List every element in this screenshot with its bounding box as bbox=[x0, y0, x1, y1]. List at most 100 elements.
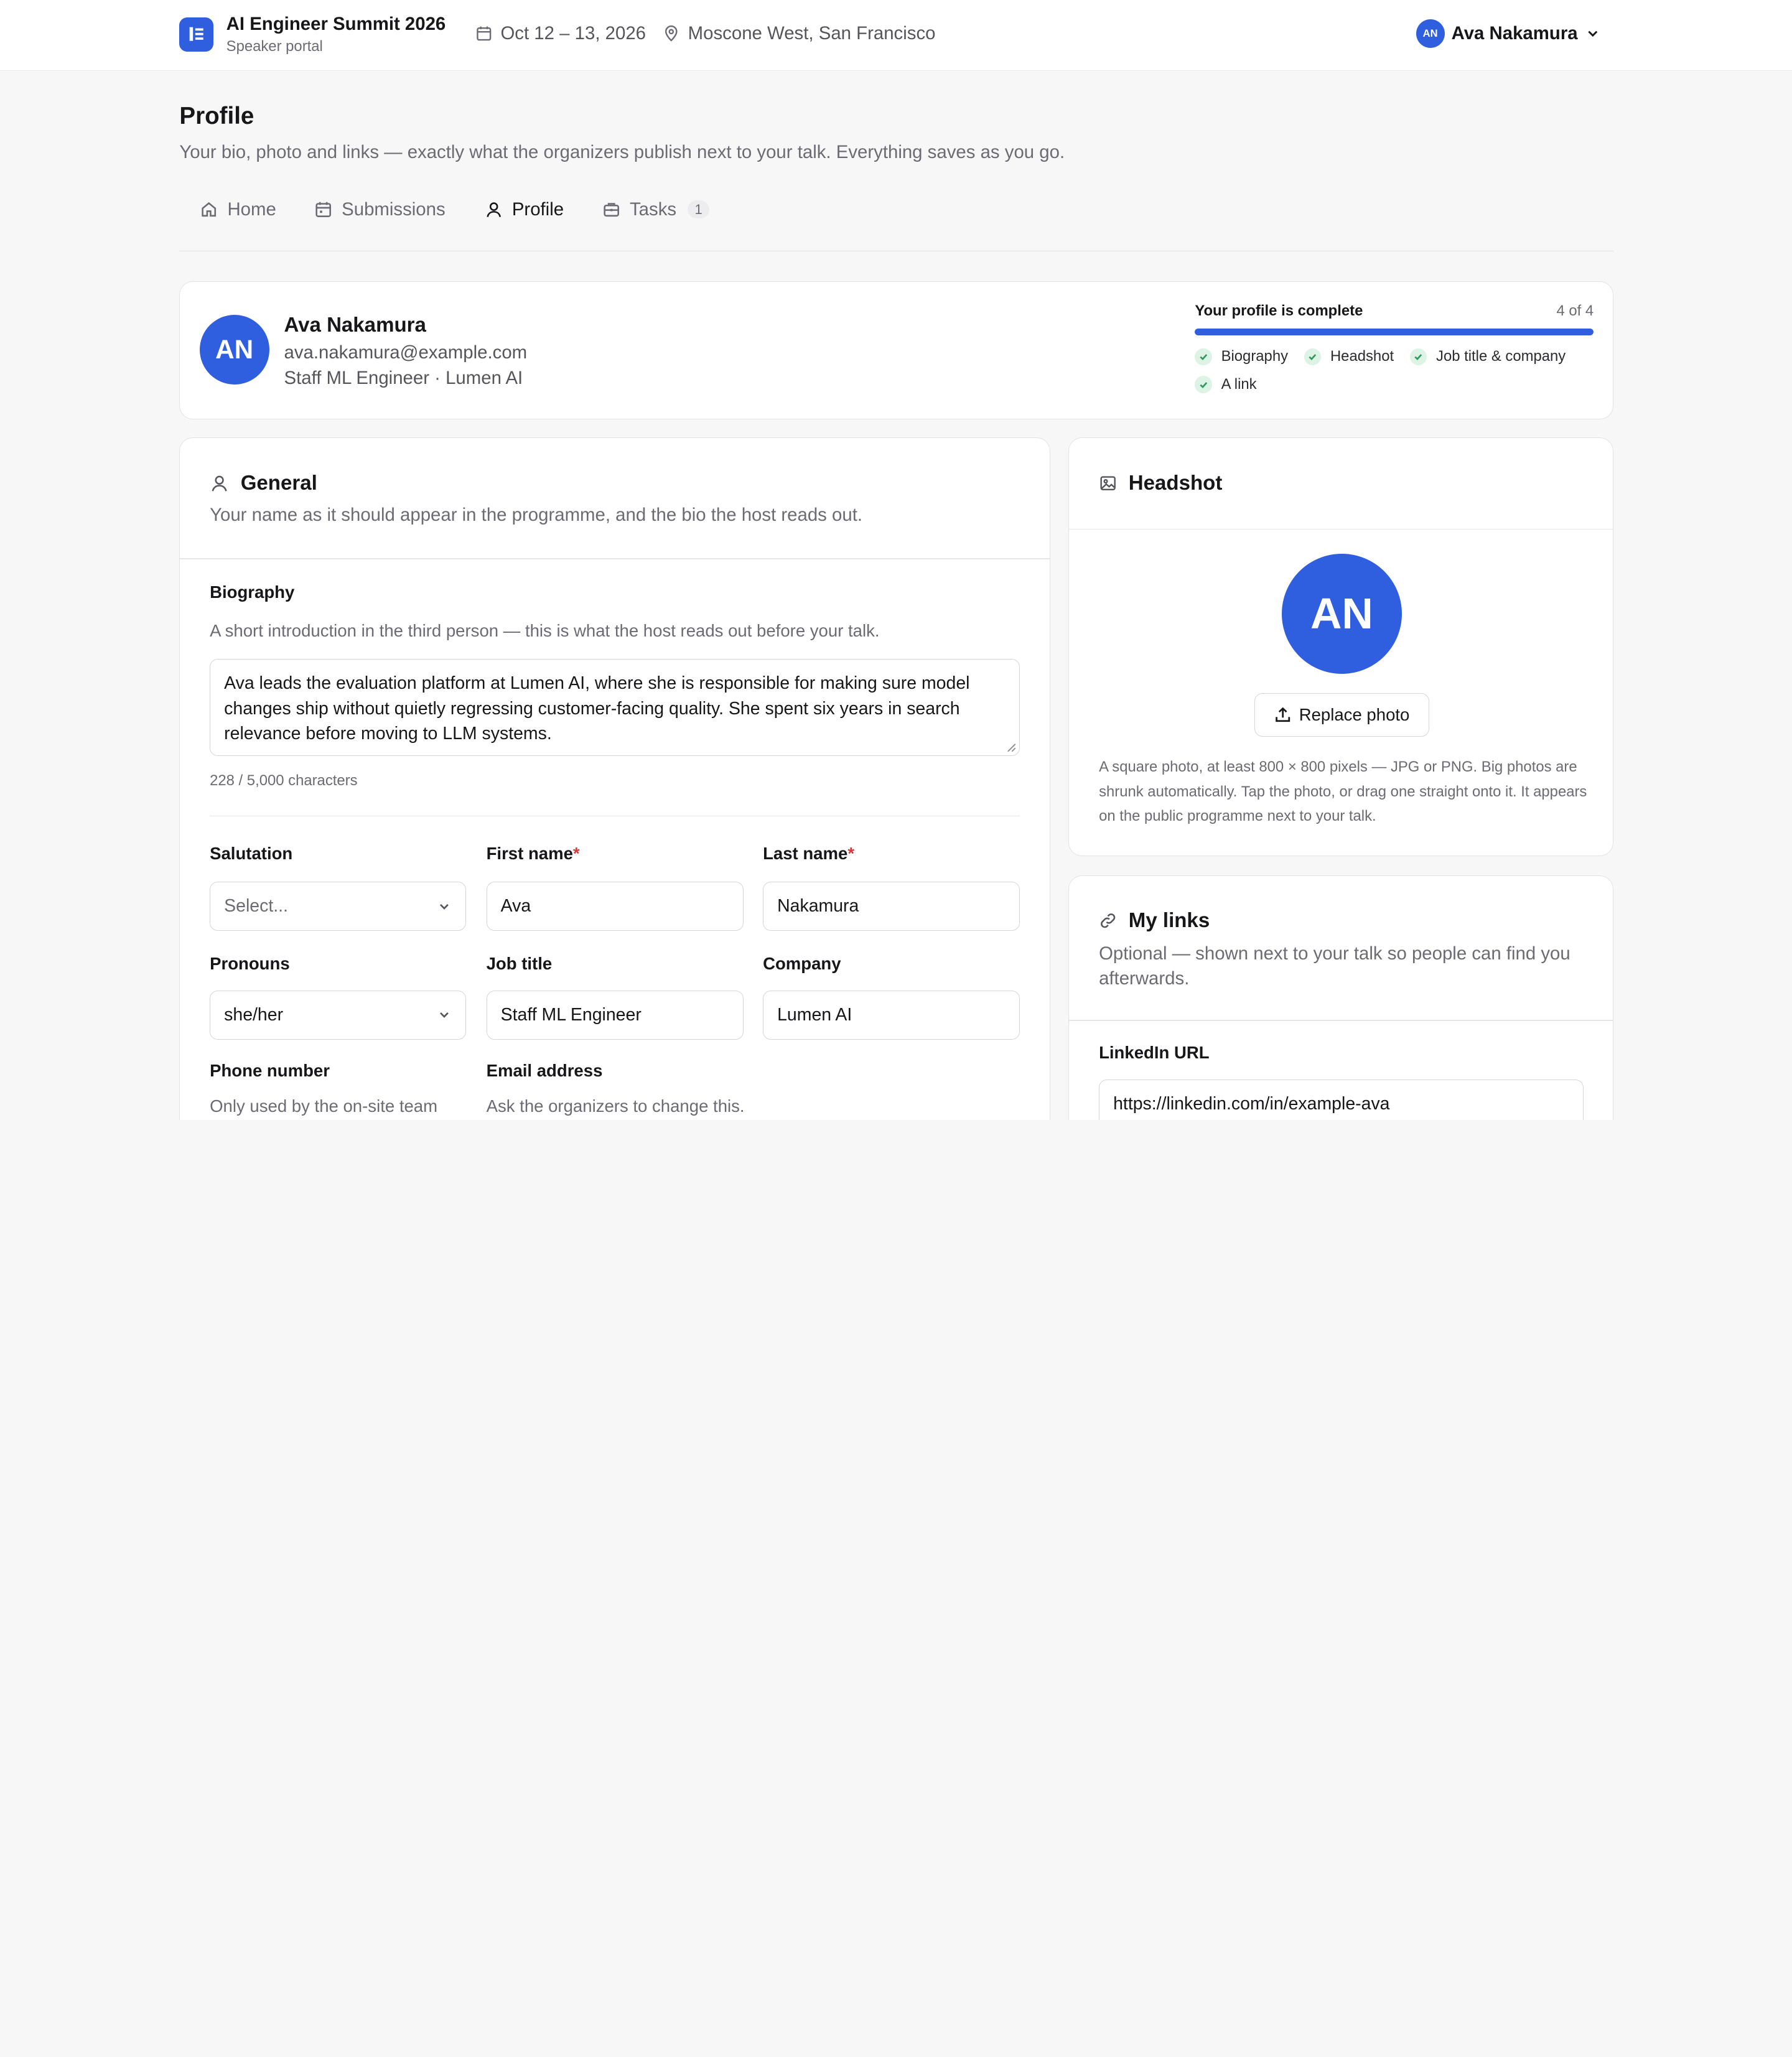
user-menu-button[interactable]: AN Ava Nakamura bbox=[1416, 19, 1601, 49]
user-icon bbox=[212, 475, 227, 492]
page-title: Profile bbox=[179, 103, 254, 130]
general-section-card: General Your name as it should appear in… bbox=[179, 437, 1050, 1120]
tab-home-label: Home bbox=[227, 198, 276, 220]
calendar-icon bbox=[315, 202, 332, 217]
biography-help: A short introduction in the third person… bbox=[210, 621, 880, 641]
event-location: Moscone West, San Francisco bbox=[663, 23, 935, 44]
check-icon bbox=[1195, 376, 1212, 393]
checklist-item-label: Biography bbox=[1221, 348, 1289, 365]
event-logo-icon[interactable] bbox=[179, 17, 214, 52]
job-title-label: Job title bbox=[486, 953, 553, 973]
calendar-icon bbox=[477, 26, 492, 41]
tasks-count-badge: 1 bbox=[688, 200, 709, 219]
divider bbox=[210, 815, 1020, 817]
company-label: Company bbox=[763, 953, 841, 973]
linkedin-url-field[interactable]: https://linkedin.com/in/example-ava bbox=[1099, 1079, 1584, 1120]
page-subtitle: Your bio, photo and links — exactly what… bbox=[179, 141, 1065, 162]
links-section-title: My links bbox=[1099, 909, 1210, 933]
first-name-field[interactable]: Ava bbox=[486, 882, 744, 931]
phone-label: Phone number bbox=[210, 1061, 330, 1081]
profile-email: ava.nakamura@example.com bbox=[284, 342, 528, 363]
links-title-text: My links bbox=[1128, 909, 1210, 933]
tab-tasks-label: Tasks bbox=[630, 198, 677, 220]
biography-char-count: 228 / 5,000 characters bbox=[210, 772, 358, 789]
tab-tasks[interactable]: Tasks 1 bbox=[602, 199, 709, 220]
required-mark: * bbox=[847, 844, 855, 864]
checklist-item-label: A link bbox=[1221, 375, 1257, 393]
link-icon bbox=[1101, 913, 1116, 928]
job-title-field[interactable]: Staff ML Engineer bbox=[486, 990, 744, 1040]
headshot-photo[interactable]: AN bbox=[1281, 553, 1402, 674]
portal-label: Speaker portal bbox=[226, 37, 323, 55]
replace-photo-label: Replace photo bbox=[1299, 704, 1410, 724]
checklist-item: Biography bbox=[1195, 348, 1289, 366]
event-dates: Oct 12 – 13, 2026 bbox=[475, 23, 646, 44]
pronouns-select[interactable]: she/her bbox=[210, 990, 466, 1040]
first-name-label-text: First name bbox=[486, 844, 573, 864]
email-help: Ask the organizers to change this. bbox=[486, 1096, 745, 1116]
checklist-item: Headshot bbox=[1304, 348, 1394, 366]
linkedin-label: LinkedIn URL bbox=[1099, 1043, 1210, 1063]
replace-photo-button[interactable]: Replace photo bbox=[1254, 693, 1429, 737]
chevron-down-icon bbox=[1588, 30, 1597, 37]
user-name: Ava Nakamura bbox=[1451, 23, 1578, 44]
chevron-down-icon bbox=[439, 903, 449, 910]
headshot-section-title: Headshot bbox=[1099, 472, 1222, 495]
company-value: Lumen AI bbox=[777, 1004, 852, 1025]
email-label: Email address bbox=[486, 1061, 603, 1081]
phone-help: Only used by the on-site team bbox=[210, 1096, 438, 1116]
pronouns-value: she/her bbox=[224, 1004, 284, 1025]
top-bar: AI Engineer Summit 2026 Speaker portal O… bbox=[0, 0, 1792, 71]
divider bbox=[1069, 528, 1613, 530]
check-icon bbox=[1304, 348, 1322, 366]
links-description: Optional — shown next to your talk so pe… bbox=[1099, 943, 1570, 989]
general-section-description: Your name as it should appear in the pro… bbox=[210, 504, 863, 525]
general-title-text: General bbox=[240, 471, 317, 495]
headshot-help: A square photo, at least 800 × 800 pixel… bbox=[1099, 758, 1587, 825]
profile-progress-title: Your profile is complete bbox=[1195, 302, 1363, 319]
event-location-text: Moscone West, San Francisco bbox=[688, 22, 936, 44]
headshot-section-card: Headshot AN Replace photo A square photo… bbox=[1068, 437, 1614, 856]
company-field[interactable]: Lumen AI bbox=[763, 990, 1020, 1040]
map-pin-icon bbox=[665, 25, 678, 42]
links-section-card: My links Optional — shown next to your t… bbox=[1068, 875, 1614, 1120]
general-section-title: General bbox=[210, 472, 317, 495]
event-title: AI Engineer Summit 2026 bbox=[226, 14, 446, 35]
tab-home[interactable]: Home bbox=[200, 199, 276, 220]
salutation-placeholder: Select... bbox=[224, 896, 288, 917]
salutation-select[interactable]: Select... bbox=[210, 882, 466, 931]
profile-progress-count: 4 of 4 bbox=[1556, 302, 1594, 319]
check-icon bbox=[1409, 348, 1427, 366]
profile-checklist: Biography Headshot Job title & company A… bbox=[1195, 348, 1606, 393]
linkedin-url-value: https://linkedin.com/in/example-ava bbox=[1113, 1093, 1390, 1114]
profile-role: Staff ML Engineer · Lumen AI bbox=[284, 367, 523, 388]
biography-label: Biography bbox=[210, 582, 295, 602]
check-icon bbox=[1195, 348, 1212, 366]
profile-summary-card: AN Ava Nakamura ava.nakamura@example.com… bbox=[179, 281, 1614, 420]
biography-textarea[interactable]: Ava leads the evaluation platform at Lum… bbox=[210, 658, 1020, 757]
user-icon bbox=[487, 202, 501, 217]
app-frame: AI Engineer Summit 2026 Speaker portal O… bbox=[0, 0, 1792, 1120]
tab-profile[interactable]: Profile bbox=[485, 199, 564, 220]
tab-submissions-label: Submissions bbox=[342, 198, 446, 220]
required-mark: * bbox=[572, 844, 580, 864]
resize-handle-icon[interactable] bbox=[1007, 743, 1016, 752]
chevron-down-icon bbox=[439, 1012, 449, 1018]
checklist-item-label: Headshot bbox=[1330, 348, 1394, 365]
first-name-label: First name* bbox=[487, 844, 580, 864]
briefcase-icon bbox=[604, 203, 619, 217]
checklist-item: A link bbox=[1195, 375, 1257, 393]
image-icon bbox=[1100, 476, 1116, 490]
job-title-value: Staff ML Engineer bbox=[500, 1004, 642, 1025]
headshot-title-text: Headshot bbox=[1128, 471, 1223, 495]
salutation-label: Salutation bbox=[210, 844, 293, 864]
pronouns-label: Pronouns bbox=[210, 953, 290, 973]
profile-progress-fill bbox=[1195, 329, 1594, 336]
avatar: AN bbox=[1416, 19, 1445, 49]
tab-submissions[interactable]: Submissions bbox=[314, 199, 446, 220]
last-name-field[interactable]: Nakamura bbox=[763, 882, 1020, 931]
home-icon bbox=[202, 202, 217, 217]
upload-icon bbox=[1276, 707, 1290, 722]
checklist-item-label: Job title & company bbox=[1436, 348, 1566, 365]
avatar: AN bbox=[199, 315, 269, 385]
